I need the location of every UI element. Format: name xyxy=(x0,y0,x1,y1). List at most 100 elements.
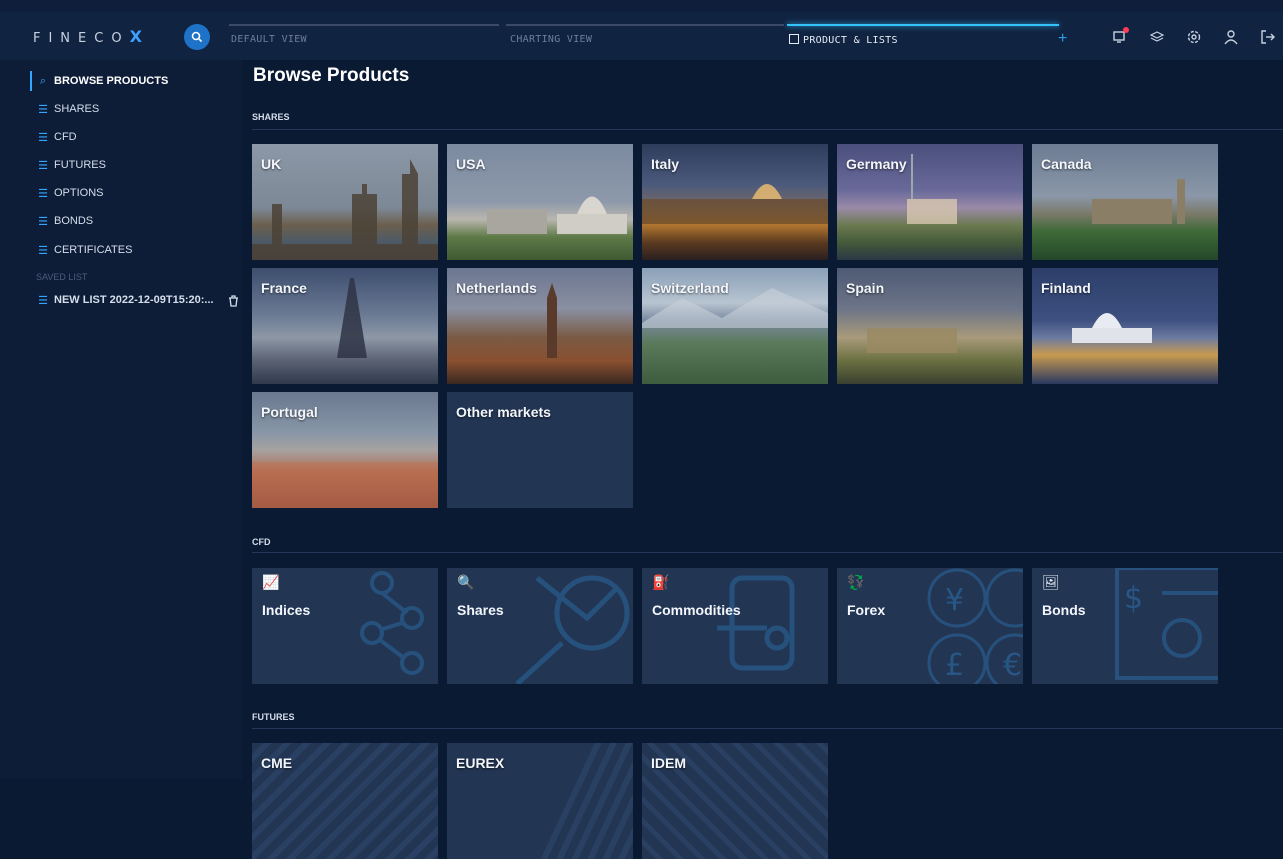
user-icon[interactable] xyxy=(1221,27,1241,47)
list-icon: ☰ xyxy=(38,244,48,257)
card-title: Commodities xyxy=(652,602,741,618)
card-title: Shares xyxy=(457,602,504,618)
bond-certificate-icon: 🖼 xyxy=(1042,574,1060,590)
svg-text:£: £ xyxy=(945,648,964,683)
main-content: Browse Products SHARES UK USA Italy Germ… xyxy=(242,60,1283,859)
currency-exchange-icon: 💱 xyxy=(847,574,865,590)
share-card-spain[interactable]: Spain xyxy=(837,268,1023,384)
sidebar-item-label: BONDS xyxy=(54,215,94,227)
list-icon: ☰ xyxy=(38,215,48,228)
sidebar-item-cfd[interactable]: ☰ CFD xyxy=(36,128,77,146)
share-card-italy[interactable]: Italy xyxy=(642,144,828,260)
sidebar-item-options[interactable]: ☰ OPTIONS xyxy=(36,184,104,202)
share-card-portugal[interactable]: Portugal xyxy=(252,392,438,508)
card-title: Spain xyxy=(846,280,885,296)
list-icon: ☰ xyxy=(38,294,48,307)
share-card-other-markets[interactable]: Other markets xyxy=(447,392,633,508)
tab-charting-view[interactable]: CHARTING VIEW xyxy=(506,24,784,47)
card-title: Other markets xyxy=(456,404,551,420)
saved-list-item[interactable]: ☰ NEW LIST 2022-12-09T15:20:... xyxy=(36,291,214,309)
cfd-card-forex[interactable]: ¥ £ € 💱 Forex xyxy=(837,568,1023,684)
card-title: Finland xyxy=(1041,280,1091,296)
sidebar-item-certificates[interactable]: ☰ CERTIFICATES xyxy=(36,241,132,259)
share-card-germany[interactable]: Germany xyxy=(837,144,1023,260)
svg-text:€: € xyxy=(1003,648,1022,683)
sidebar-item-label: OPTIONS xyxy=(54,187,104,199)
list-icon: ☰ xyxy=(38,131,48,144)
currency-pattern: ¥ £ € xyxy=(927,568,1023,684)
logo-x-mark: X xyxy=(129,27,142,46)
sidebar-item-label: SHARES xyxy=(54,103,100,115)
magnifier-pattern xyxy=(515,575,630,684)
section-divider xyxy=(252,129,1283,130)
settings-icon[interactable] xyxy=(1184,27,1204,47)
saved-list-heading: SAVED LIST xyxy=(36,272,88,282)
share-card-uk[interactable]: UK xyxy=(252,144,438,260)
card-title: Forex xyxy=(847,602,886,618)
futures-card-cme[interactable]: CME xyxy=(252,743,438,859)
logo-text: FINECO xyxy=(33,31,130,46)
tab-default-view[interactable]: DEFAULT VIEW xyxy=(229,24,504,47)
tab-label: PRODUCT & LISTS xyxy=(789,34,898,46)
card-title: USA xyxy=(456,156,486,172)
share-card-usa[interactable]: USA xyxy=(447,144,633,260)
sidebar-item-label: CERTIFICATES xyxy=(54,244,133,256)
sidebar-item-label: CFD xyxy=(54,131,77,143)
share-card-netherlands[interactable]: Netherlands xyxy=(447,268,633,384)
sidebar-item-label: FUTURES xyxy=(54,159,106,171)
search-icon: ⌕ xyxy=(39,74,47,87)
notification-dot xyxy=(1123,27,1129,33)
notification-icon[interactable] xyxy=(1110,27,1130,47)
card-title: IDEM xyxy=(651,755,686,771)
saved-list-label: NEW LIST 2022-12-09T15:20:... xyxy=(54,294,214,306)
cfd-card-shares[interactable]: 🔍 Shares xyxy=(447,568,633,684)
cfd-card-commodities[interactable]: ⛽ Commodities xyxy=(642,568,828,684)
jar-pattern xyxy=(717,575,795,671)
card-title: Portugal xyxy=(261,404,318,420)
card-title: Switzerland xyxy=(651,280,729,296)
tab-product-lists[interactable]: PRODUCT & LISTS xyxy=(787,24,1075,47)
add-tab-button[interactable]: + xyxy=(1058,30,1067,48)
list-icon: ☰ xyxy=(38,187,48,200)
logout-icon[interactable] xyxy=(1258,27,1278,47)
list-icon: ☰ xyxy=(38,103,48,116)
card-title: Netherlands xyxy=(456,280,537,296)
tab-indicator xyxy=(787,24,1059,26)
search-analytics-icon: 🔍 xyxy=(457,574,475,590)
share-card-switzerland[interactable]: Switzerland xyxy=(642,268,828,384)
sidebar-item-browse-products[interactable]: ⌕ BROWSE PRODUCTS xyxy=(30,71,168,91)
delete-list-button[interactable] xyxy=(228,295,239,310)
sidebar-item-label: BROWSE PRODUCTS xyxy=(54,75,169,87)
card-title: Indices xyxy=(262,602,311,618)
list-icon: ☰ xyxy=(38,159,48,172)
futures-card-eurex[interactable]: EUREX xyxy=(447,743,633,859)
search-icon xyxy=(191,31,203,43)
cfd-card-bonds[interactable]: $ 🖼 Bonds xyxy=(1032,568,1218,684)
chart-icon: 📈 xyxy=(262,574,280,590)
card-title: Bonds xyxy=(1042,602,1086,618)
panel-icon xyxy=(789,34,799,44)
tab-label: CHARTING VIEW xyxy=(510,34,593,45)
card-title: Germany xyxy=(846,156,907,172)
sidebar: ⌕ BROWSE PRODUCTS ☰ SHARES ☰ CFD ☰ FUTUR… xyxy=(0,60,242,779)
layers-icon[interactable] xyxy=(1147,27,1167,47)
tab-label-text: PRODUCT & LISTS xyxy=(803,35,898,46)
section-title-shares: SHARES xyxy=(252,112,290,122)
sidebar-item-shares[interactable]: ☰ SHARES xyxy=(36,100,99,118)
global-search-button[interactable] xyxy=(184,24,210,50)
card-title: Italy xyxy=(651,156,680,172)
sidebar-item-bonds[interactable]: ☰ BONDS xyxy=(36,212,93,230)
sidebar-item-futures[interactable]: ☰ FUTURES xyxy=(36,156,106,174)
share-card-canada[interactable]: Canada xyxy=(1032,144,1218,260)
section-divider xyxy=(252,552,1283,553)
cfd-card-indices[interactable]: 📈 Indices xyxy=(252,568,438,684)
share-card-finland[interactable]: Finland xyxy=(1032,268,1218,384)
share-card-france[interactable]: France xyxy=(252,268,438,384)
futures-card-idem[interactable]: IDEM xyxy=(642,743,828,859)
top-bar: FINECOX DEFAULT VIEW CHARTING VIEW PRODU… xyxy=(0,0,1283,60)
trash-icon xyxy=(229,295,238,307)
tab-indicator xyxy=(229,24,499,26)
section-title-futures: FUTURES xyxy=(252,712,295,722)
network-pattern xyxy=(360,571,424,675)
certificate-pattern: $ xyxy=(1115,568,1218,680)
